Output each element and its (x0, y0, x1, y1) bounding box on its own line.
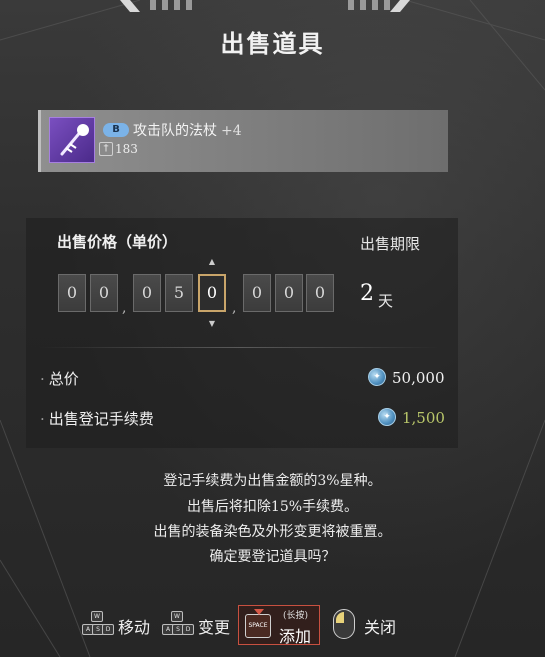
key-w: W (171, 611, 183, 622)
price-digit-6[interactable]: 0 (243, 274, 271, 312)
divider (40, 347, 440, 348)
add-button-label: 添加 (279, 627, 312, 646)
header-ornament (120, 0, 410, 12)
mouse-icon (333, 609, 355, 639)
item-slot[interactable]: B 攻击队的法杖 +4 † 183 (38, 110, 448, 172)
item-name: 攻击队的法杖 +4 (133, 120, 242, 140)
change-hint: 变更 (198, 618, 231, 637)
digit-separator: , (122, 300, 127, 316)
grade-badge: B (103, 123, 129, 137)
item-power-value: 183 (115, 142, 138, 156)
price-digit-1[interactable]: 0 (58, 274, 86, 312)
period-unit: 天 (378, 292, 394, 310)
period-label: 出售期限 (360, 235, 421, 253)
price-digit-5-selected[interactable]: 0 (198, 274, 226, 312)
key-d: D (102, 624, 114, 635)
item-name-text: 攻击队的法杖 (133, 123, 217, 139)
price-digit-7[interactable]: 0 (275, 274, 303, 312)
total-label: 总价 (48, 370, 79, 388)
decrement-arrow-icon[interactable]: ▼ (207, 320, 217, 328)
staff-item-icon (49, 117, 95, 163)
period-value[interactable]: 2 (360, 281, 374, 306)
notice-line-1: 登记手续费为出售金额的3%星种。 (163, 473, 382, 489)
fee-label: 出售登记手续费 (48, 410, 154, 428)
space-key-icon: SPACE (245, 609, 271, 638)
fee-row-label: · 出售登记手续费 (40, 408, 154, 429)
notice-line-4: 确定要登记道具吗？ (209, 549, 336, 565)
dialog-title: 出售道具 (220, 29, 325, 58)
star-coin-icon: ✦ (378, 408, 396, 426)
key-w: W (91, 611, 103, 622)
wasd-keys-icon: W A S D (82, 611, 114, 639)
control-hints-bar: W A S D 移动 W A S D 变更 SPACE (长按) 添加 关闭 (0, 605, 545, 646)
notice-line-2: 出售后将扣除15%手续费。 (186, 499, 359, 515)
bullet-icon: · (40, 370, 45, 388)
price-digit-2[interactable]: 0 (90, 274, 118, 312)
star-coin-icon: ✦ (368, 368, 386, 386)
item-power: † 183 (99, 142, 138, 156)
attack-power-icon: † (99, 142, 113, 156)
bullet-icon: · (40, 410, 45, 428)
price-digit-8[interactable]: 0 (306, 274, 334, 312)
enhance-level: +4 (221, 123, 242, 139)
total-value: 50,000 (392, 369, 445, 387)
price-label: 出售价格（单价） (57, 233, 178, 251)
price-digit-4[interactable]: 5 (165, 274, 193, 312)
wasd-keys-icon: W A S D (162, 611, 194, 639)
digit-separator: , (232, 300, 237, 316)
fee-value: 1,500 (402, 409, 445, 427)
add-button[interactable]: SPACE (长按) 添加 (238, 605, 320, 646)
hold-hint: (长按) (283, 611, 309, 621)
total-row-label: · 总价 (40, 368, 79, 389)
key-d: D (182, 624, 194, 635)
notice-line-3: 出售的装备染色及外形变更将被重置。 (153, 524, 392, 540)
increment-arrow-icon[interactable]: ▲ (207, 258, 217, 266)
close-button[interactable]: 关闭 (364, 614, 396, 638)
price-digit-3[interactable]: 0 (133, 274, 161, 312)
move-hint: 移动 (118, 618, 151, 637)
